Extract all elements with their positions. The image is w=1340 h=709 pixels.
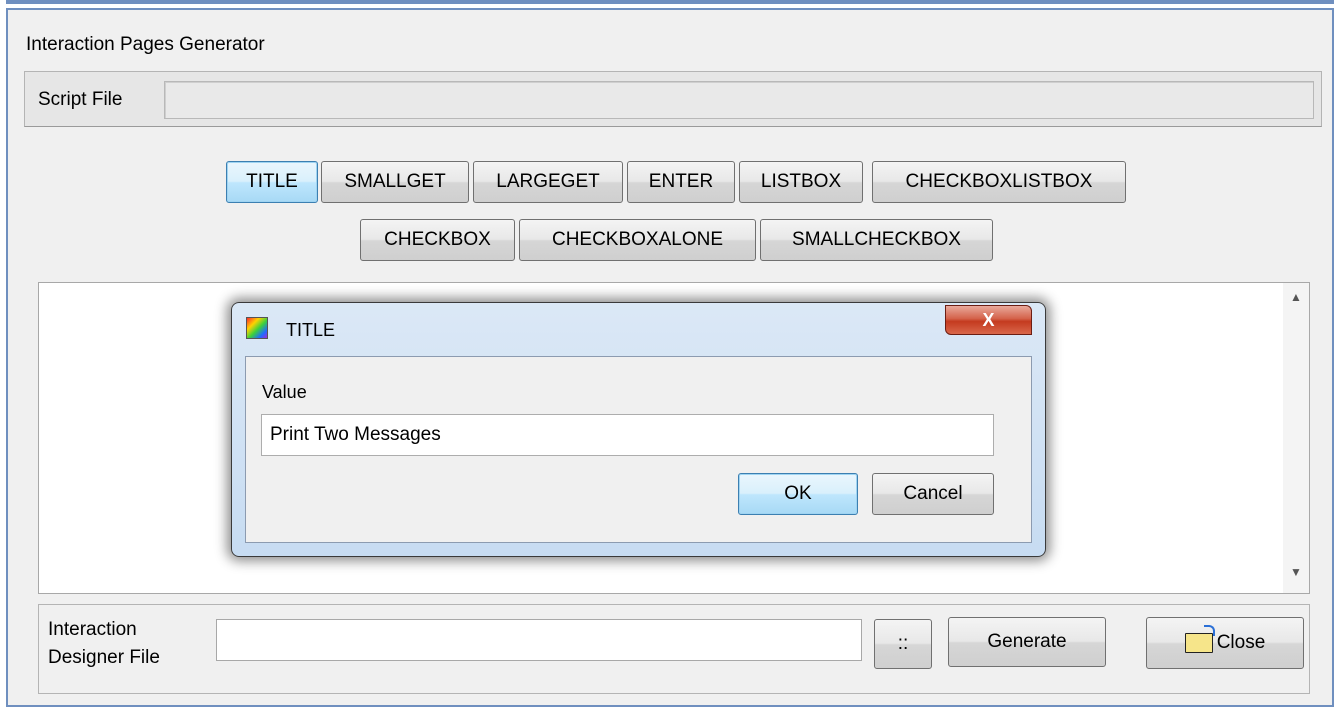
value-input[interactable]: [261, 414, 994, 456]
enter-button[interactable]: ENTER: [627, 161, 735, 203]
designer-file-field[interactable]: [216, 619, 862, 661]
app-icon: [246, 317, 268, 339]
checkboxlistbox-button[interactable]: CHECKBOXLISTBOX: [872, 161, 1126, 203]
dialog-close-icon[interactable]: X: [945, 305, 1032, 335]
largeget-button[interactable]: LARGEGET: [473, 161, 623, 203]
generate-button[interactable]: Generate: [948, 617, 1106, 667]
ok-button[interactable]: OK: [738, 473, 858, 515]
smallcheckbox-button[interactable]: SMALLCHECKBOX: [760, 219, 993, 261]
scroll-down-arrow-icon[interactable]: ▼: [1283, 565, 1309, 585]
listbox-button[interactable]: LISTBOX: [739, 161, 863, 203]
close-button[interactable]: Close: [1146, 617, 1304, 669]
title-button[interactable]: TITLE: [226, 161, 318, 203]
scroll-up-arrow-icon[interactable]: ▲: [1283, 290, 1309, 310]
checkbox-button[interactable]: CHECKBOX: [360, 219, 515, 261]
designer-file-label-line2: Designer File: [48, 647, 160, 668]
window-title: Interaction Pages Generator: [26, 34, 265, 55]
checkboxalone-button[interactable]: CHECKBOXALONE: [519, 219, 756, 261]
folder-open-icon: [1184, 625, 1215, 653]
designer-file-label-line1: Interaction: [48, 619, 137, 640]
window-top-border: [6, 0, 1334, 4]
vertical-scrollbar[interactable]: [1283, 283, 1309, 593]
value-label: Value: [262, 382, 307, 402]
smallget-button[interactable]: SMALLGET: [321, 161, 469, 203]
designer-file-label: Interaction Designer File: [48, 616, 160, 672]
browse-button[interactable]: ::: [874, 619, 932, 669]
script-file-label: Script File: [38, 89, 123, 110]
cancel-button[interactable]: Cancel: [872, 473, 994, 515]
script-file-field[interactable]: [164, 81, 1314, 119]
dialog-title: TITLE: [286, 320, 336, 340]
close-button-label: Close: [1216, 632, 1266, 653]
